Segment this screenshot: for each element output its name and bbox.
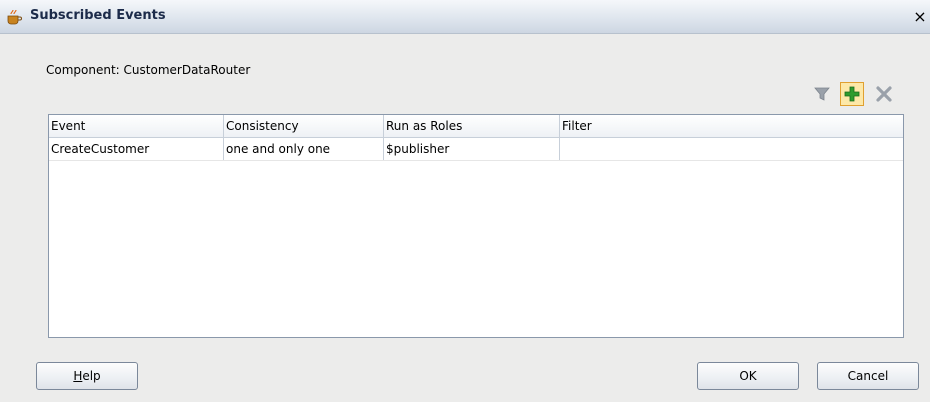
column-header-event[interactable]: Event xyxy=(49,115,224,137)
ok-button[interactable]: OK xyxy=(697,362,799,390)
column-header-consistency[interactable]: Consistency xyxy=(224,115,384,137)
close-button[interactable]: × xyxy=(912,9,928,25)
cell-filter[interactable] xyxy=(560,138,903,160)
component-value: CustomerDataRouter xyxy=(123,63,251,77)
column-header-run-as-roles[interactable]: Run as Roles xyxy=(384,115,560,137)
app-icon xyxy=(5,8,23,26)
column-header-filter[interactable]: Filter xyxy=(560,115,903,137)
component-label: Component: xyxy=(46,63,120,77)
component-line: Component: CustomerDataRouter xyxy=(46,63,250,77)
window-title: Subscribed Events xyxy=(30,8,166,23)
cell-consistency[interactable]: one and only one xyxy=(224,138,384,160)
subscribed-events-dialog: Subscribed Events × Component: CustomerD… xyxy=(0,0,930,402)
help-button[interactable]: Help xyxy=(36,362,138,390)
help-mnemonic: H xyxy=(73,369,83,383)
add-button[interactable] xyxy=(840,82,864,106)
table-header: Event Consistency Run as Roles Filter xyxy=(49,115,903,138)
delete-button[interactable] xyxy=(872,82,896,106)
cell-run-as-roles[interactable]: $publisher xyxy=(384,138,560,160)
delete-icon xyxy=(876,86,892,102)
add-icon xyxy=(844,86,860,102)
cancel-button[interactable]: Cancel xyxy=(817,362,919,390)
table-row[interactable]: CreateCustomer one and only one $publish… xyxy=(49,138,903,161)
filter-icon xyxy=(814,87,830,101)
help-label: elp xyxy=(82,369,101,383)
title-bar: Subscribed Events × xyxy=(0,0,930,34)
filter-button[interactable] xyxy=(810,82,834,106)
events-table: Event Consistency Run as Roles Filter Cr… xyxy=(48,114,904,338)
cell-event[interactable]: CreateCustomer xyxy=(49,138,224,160)
